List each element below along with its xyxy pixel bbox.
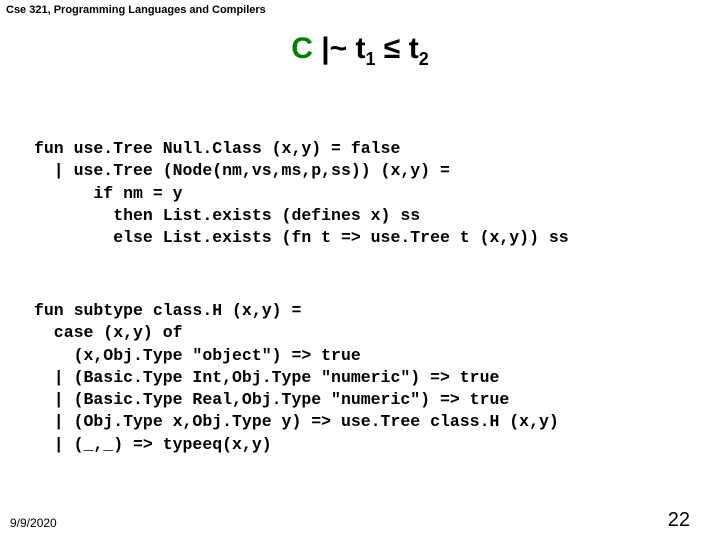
footer-pagenum: 22 (668, 509, 690, 532)
title-sub1: 1 (366, 49, 376, 69)
code-block-subtype: fun subtype class.H (x,y) = case (x,y) o… (34, 300, 559, 456)
slide: Cse 321, Programming Languages and Compi… (0, 0, 720, 540)
title-leq: ≤ (376, 32, 409, 65)
code-block-usetree: fun use.Tree Null.Class (x,y) = false | … (34, 138, 569, 249)
title-c: C (291, 32, 313, 65)
page-title: C |~ t1 ≤ t2 (0, 32, 720, 70)
course-header: Cse 321, Programming Languages and Compi… (6, 4, 266, 16)
footer-date: 9/9/2020 (10, 516, 57, 530)
title-sep: |~ (313, 32, 356, 65)
title-t2: t (409, 32, 419, 65)
title-sub2: 2 (419, 49, 429, 69)
title-t1: t (356, 32, 366, 65)
